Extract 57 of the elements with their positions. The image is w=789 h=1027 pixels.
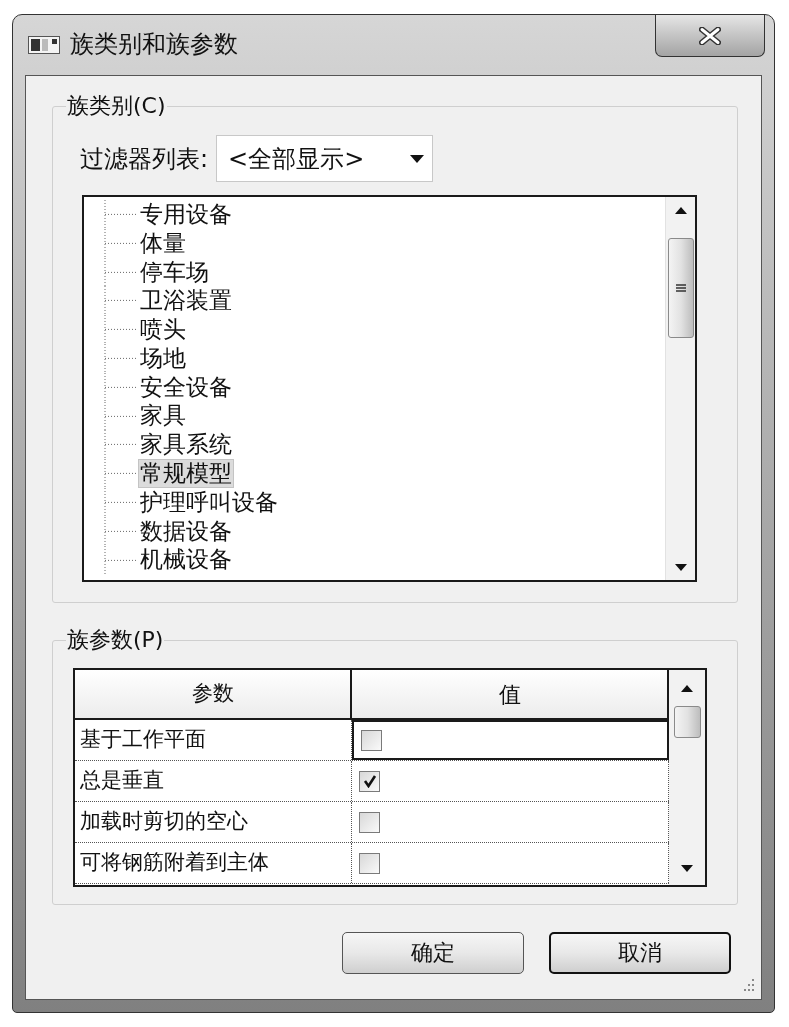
tree-item[interactable]: 家具系统 bbox=[138, 430, 234, 460]
column-header[interactable]: 值 bbox=[352, 670, 669, 718]
tree-branch-icon bbox=[104, 344, 138, 373]
checkbox[interactable] bbox=[359, 770, 380, 792]
table-cell: 基于工作平面 bbox=[75, 720, 352, 760]
value-cell[interactable] bbox=[352, 720, 669, 760]
tree-branch-icon bbox=[104, 401, 138, 431]
group-label: 族类别(C) bbox=[66, 92, 167, 120]
tree-branch-icon bbox=[104, 516, 138, 546]
tree-item[interactable]: 家具 bbox=[138, 401, 188, 431]
tree-item[interactable]: 护理呼叫设备 bbox=[138, 487, 280, 517]
grip-lines-icon bbox=[675, 284, 686, 292]
column-header[interactable]: 参数 bbox=[75, 670, 352, 718]
tree-branch-icon bbox=[104, 228, 138, 258]
scrollbar-thumb[interactable] bbox=[673, 706, 701, 738]
tree-branch-icon bbox=[104, 459, 138, 488]
dialog-button[interactable]: 确定 bbox=[342, 932, 524, 974]
checkbox[interactable] bbox=[359, 852, 380, 874]
tree-branch-icon bbox=[104, 372, 138, 402]
window-title: 族类别和族参数 bbox=[70, 29, 238, 59]
checkmark-icon bbox=[362, 774, 377, 788]
scroll-up-icon[interactable] bbox=[674, 206, 687, 214]
scroll-up-icon[interactable] bbox=[681, 684, 693, 692]
tree-branch-icon bbox=[104, 257, 138, 287]
scroll-down-icon[interactable] bbox=[681, 864, 693, 872]
table-cell: 总是垂直 bbox=[75, 761, 352, 801]
tree-item[interactable]: 常规模型 bbox=[138, 459, 234, 489]
group-label: 族参数(P) bbox=[66, 626, 165, 654]
checkbox[interactable] bbox=[361, 729, 382, 751]
table-cell: 可将钢筋附着到主体 bbox=[75, 843, 352, 883]
tree-branch-icon bbox=[104, 545, 138, 575]
checkbox[interactable] bbox=[359, 811, 380, 833]
table-cell: 加载时剪切的空心 bbox=[75, 802, 352, 842]
tree-item[interactable]: 机械设备 bbox=[138, 545, 234, 575]
dropdown-value: <全部显示> bbox=[228, 143, 365, 175]
tree-branch-icon bbox=[104, 430, 138, 460]
app-window-icon bbox=[28, 36, 60, 54]
tree-item[interactable]: 安全设备 bbox=[138, 372, 234, 402]
filter-label: 过滤器列表: bbox=[80, 143, 209, 175]
tree-branch-icon bbox=[104, 200, 138, 229]
close-button[interactable] bbox=[655, 15, 765, 57]
filter-dropdown[interactable]: <全部显示> bbox=[216, 135, 434, 182]
tree-item[interactable]: 卫浴装置 bbox=[138, 286, 234, 316]
tree-item[interactable]: 场地 bbox=[138, 343, 188, 373]
tree-item[interactable]: 数据设备 bbox=[138, 516, 234, 546]
dialog-button[interactable]: 取消 bbox=[549, 932, 731, 974]
dropdown-caret-icon bbox=[410, 154, 425, 163]
tree-branch-icon bbox=[104, 315, 138, 344]
tree-branch-icon bbox=[104, 487, 138, 517]
close-icon bbox=[699, 26, 721, 45]
tree-branch-icon bbox=[104, 286, 138, 316]
tree-item[interactable]: 体量 bbox=[138, 228, 188, 258]
tree-item[interactable]: 停车场 bbox=[138, 257, 211, 287]
scroll-down-icon[interactable] bbox=[674, 563, 687, 571]
scrollbar-thumb[interactable] bbox=[667, 238, 694, 338]
tree-item[interactable]: 喷头 bbox=[138, 315, 188, 345]
tree-item[interactable]: 专用设备 bbox=[138, 199, 234, 229]
